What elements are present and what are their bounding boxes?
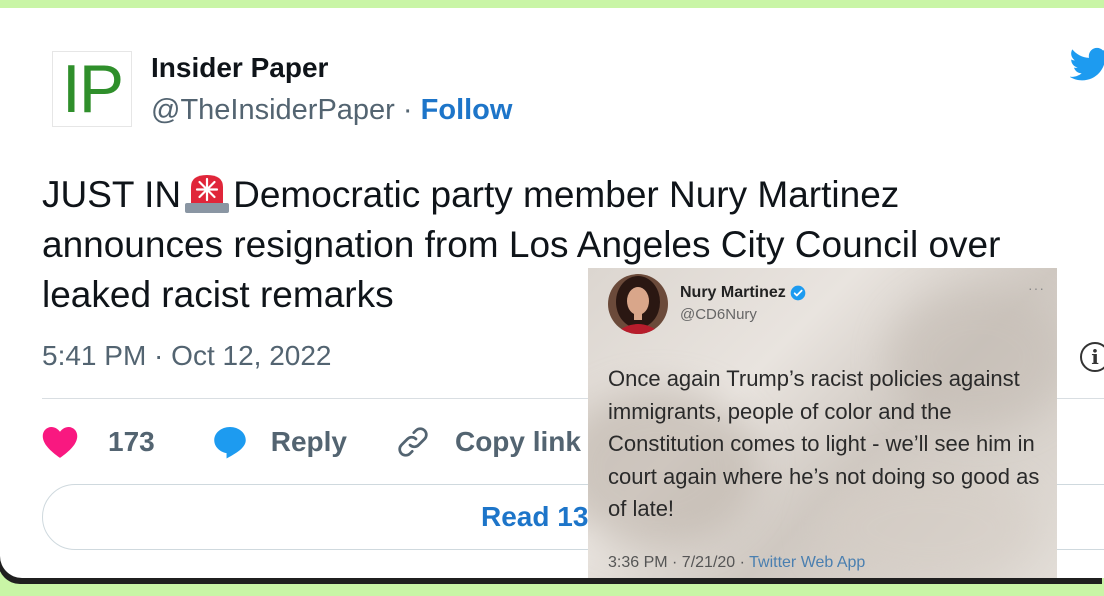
- portrait-image: [608, 274, 668, 334]
- embedded-author-name-text: Nury Martinez: [680, 284, 786, 301]
- embedded-tweet-app: Twitter Web App: [749, 554, 866, 571]
- siren-icon: [185, 175, 230, 213]
- embedded-tweet-screenshot: Nury Martinez @CD6Nury ··· Once again Tr…: [588, 268, 1057, 578]
- embedded-tweet-text: Once again Trump’s racist policies again…: [608, 366, 1040, 521]
- author-name[interactable]: Insider Paper: [151, 52, 328, 84]
- author-handle[interactable]: @TheInsiderPaper: [151, 94, 395, 126]
- tweet-timestamp[interactable]: 5:41 PM · Oct 12, 2022: [42, 340, 332, 372]
- reply-button[interactable]: Reply: [211, 424, 347, 460]
- info-icon[interactable]: i: [1080, 342, 1104, 372]
- reply-label: Reply: [270, 426, 347, 457]
- insider-paper-logo: IP: [61, 51, 124, 127]
- follow-button[interactable]: Follow: [421, 94, 513, 126]
- embedded-tweet-meta: 3:36 PM · 7/21/20 · Twitter Web App: [608, 554, 865, 572]
- like-count: 173: [108, 426, 155, 457]
- tweet-text-lead: JUST IN: [42, 174, 182, 215]
- read-replies-label: Read 13: [481, 501, 589, 532]
- heart-icon: [42, 427, 78, 458]
- twitter-bird-icon[interactable]: [1070, 44, 1104, 84]
- verified-badge-icon: [790, 285, 806, 301]
- reply-bubble-icon: [213, 427, 246, 459]
- copy-link-button[interactable]: Copy link: [395, 424, 581, 460]
- embedded-author-name: Nury Martinez: [680, 284, 806, 302]
- copy-link-label: Copy link: [454, 426, 581, 457]
- author-avatar[interactable]: IP: [52, 51, 132, 127]
- separator-dot: ·: [402, 94, 413, 126]
- like-button[interactable]: 173: [42, 425, 155, 459]
- author-handle-line: @TheInsiderPaper · Follow: [151, 94, 512, 127]
- embedded-tweet-time: 3:36 PM · 7/21/20 ·: [608, 554, 745, 571]
- embedded-author-handle: @CD6Nury: [680, 306, 757, 323]
- nury-avatar: [608, 274, 668, 334]
- more-options-icon: ···: [1028, 280, 1045, 296]
- tweet-actions: 173 Reply Copy link: [42, 420, 581, 464]
- link-icon: [398, 427, 428, 457]
